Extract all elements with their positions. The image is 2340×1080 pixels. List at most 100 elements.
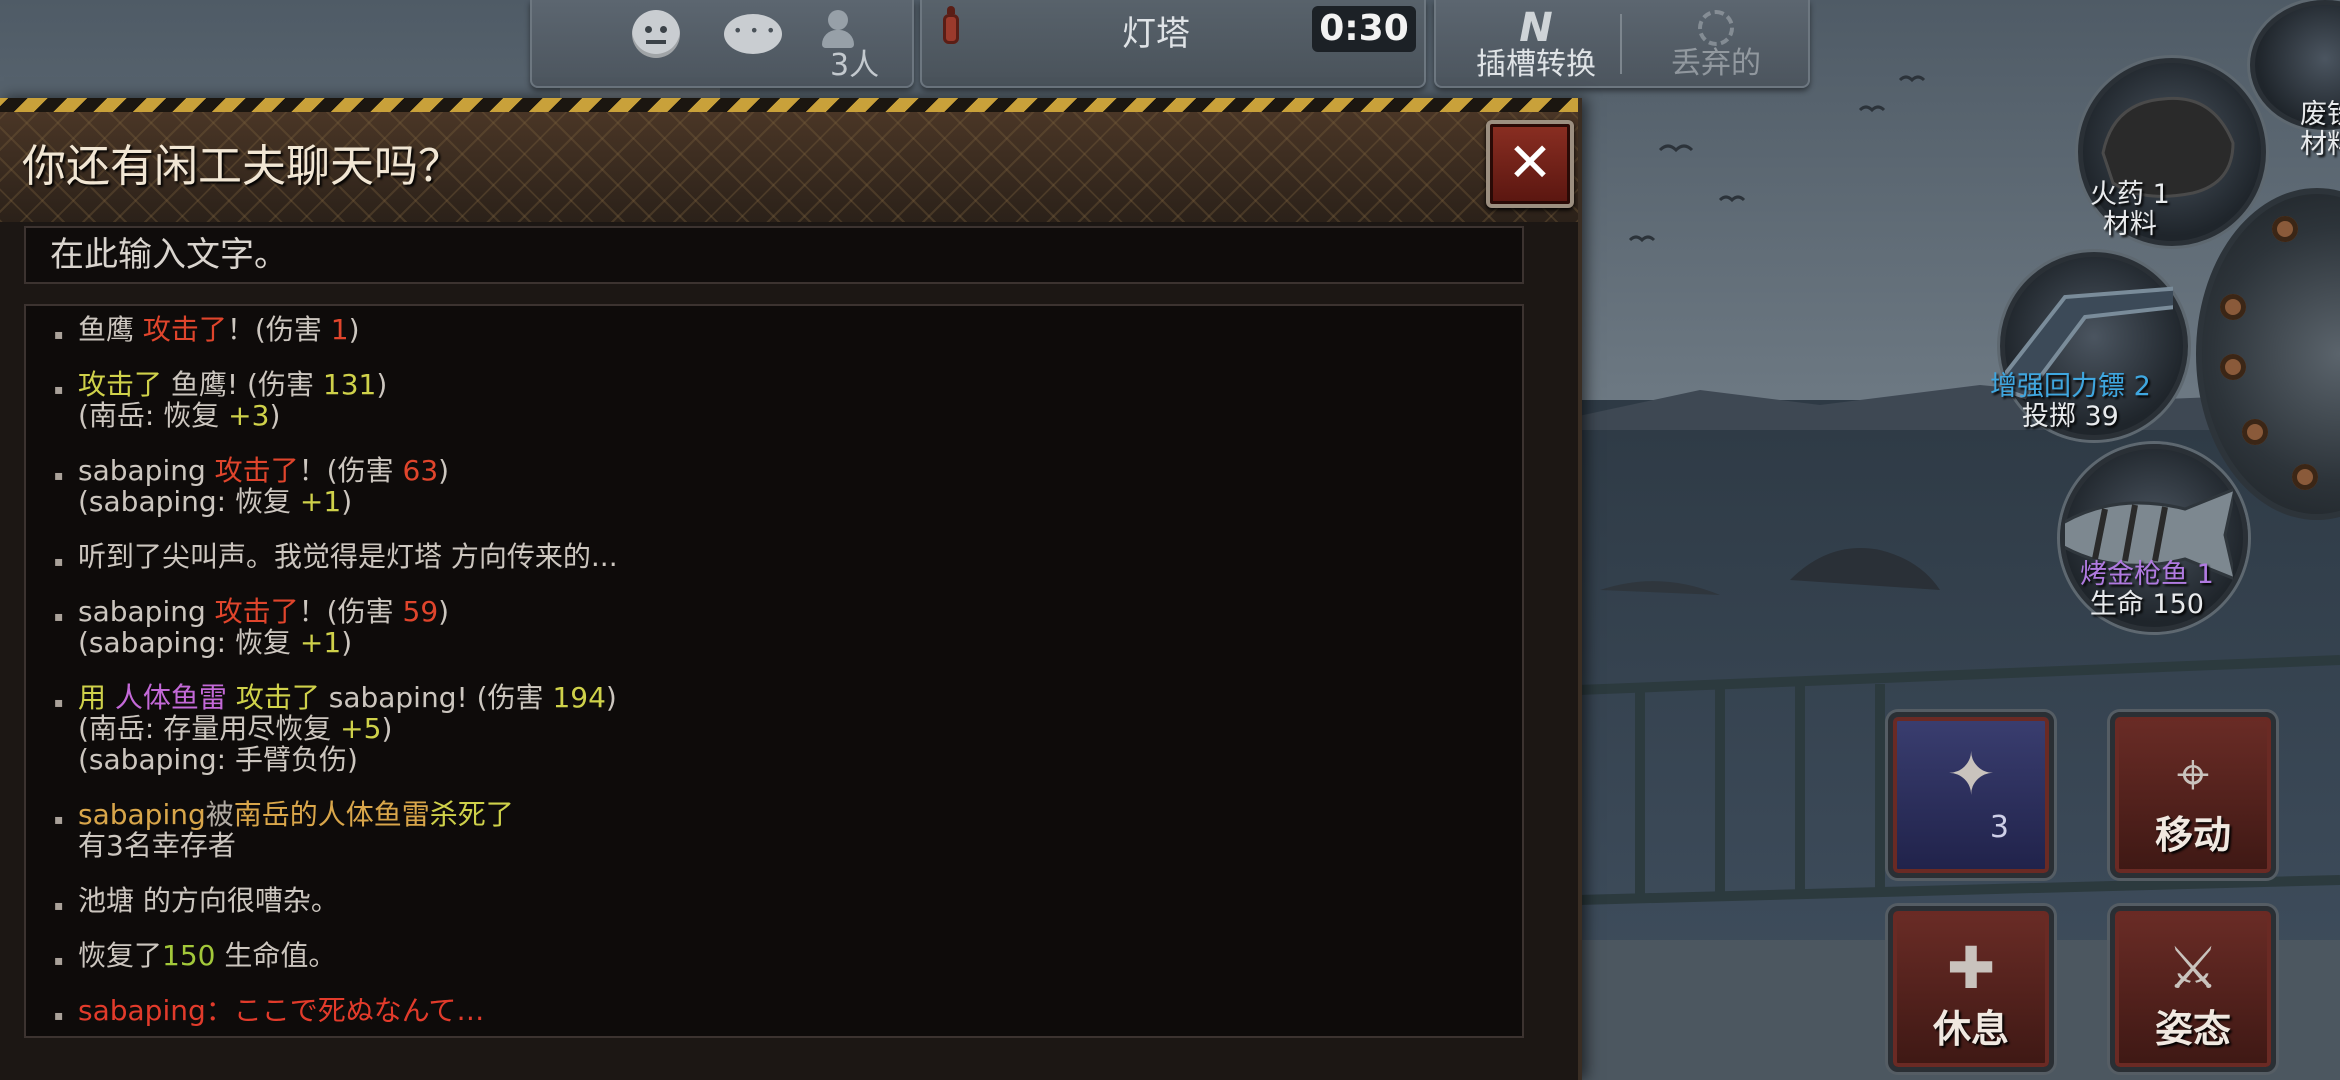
- chat-log-entry: 鱼鹰 攻击了！(伤害 1): [54, 314, 1522, 350]
- move-button[interactable]: ⌖ 移动: [2110, 712, 2276, 878]
- recycle-icon: [1698, 10, 1734, 46]
- chat-input-placeholder: 在此输入文字。: [50, 235, 288, 275]
- chat-log-line: 攻击了 鱼鹰! (伤害 131): [78, 369, 1522, 400]
- chat-log-segment: 攻击了: [142, 313, 227, 346]
- chat-log-line: 用 人体鱼雷 攻击了 sabaping! (伤害 194): [78, 682, 1522, 713]
- chat-log-line: sabaping被南岳的人体鱼雷杀死了: [78, 799, 1522, 830]
- stance-label: 姿态: [2154, 1007, 2231, 1051]
- chat-log-segment: 131: [322, 368, 377, 401]
- chat-log-segment: 1: [330, 313, 349, 346]
- chat-log-segment: ): [438, 595, 450, 628]
- hud-inventory-panel: N 插槽转换 丢弃的: [1434, 0, 1810, 88]
- chat-log-segment: 攻击了: [214, 595, 299, 628]
- chat-log-segment: 用: [78, 681, 115, 714]
- chat-log-entry: sabaping：ここで死ぬなんて…: [54, 995, 1522, 1031]
- tuna-label: 烤金枪鱼 1 生命 150: [2080, 559, 2214, 620]
- chat-log-line: sabaping：ここで死ぬなんて…: [78, 995, 1522, 1026]
- chat-log-segment: 鱼鹰: [78, 313, 143, 346]
- slot-switch-label: 插槽转换: [1476, 47, 1596, 82]
- close-button[interactable]: ✕: [1486, 120, 1574, 208]
- chat-log-entry: 攻击了 鱼鹰! (伤害 131)(南岳: 恢复 +3): [54, 369, 1522, 431]
- chat-log-segment: 150: [162, 939, 216, 972]
- chat-log-segment: ): [381, 712, 393, 745]
- chat-log-segment: 有3名幸存者: [78, 829, 236, 862]
- bolt-icon: [2272, 216, 2298, 242]
- chat-log-line: (sabaping: 恢复 +1): [78, 627, 1522, 658]
- countdown-timer: 0:30: [1312, 6, 1416, 52]
- bolt-icon: [2220, 294, 2246, 320]
- weapon-icon: ✦: [1946, 740, 1996, 808]
- weapon-slot-button[interactable]: ✦ 3: [1888, 712, 2054, 878]
- chat-log-line: (sabaping: 恢复 +1): [78, 486, 1522, 517]
- chat-log-segment: 194: [552, 681, 606, 714]
- chat-log-segment: ): [376, 368, 388, 401]
- chat-bubble-icon[interactable]: [724, 14, 782, 54]
- bolt-icon: [2242, 419, 2268, 445]
- weapon-count: 3: [1989, 810, 2009, 845]
- chat-log-segment: ): [348, 313, 360, 346]
- chat-log-line: 鱼鹰 攻击了！(伤害 1): [78, 314, 1522, 345]
- emote-face-icon[interactable]: [632, 10, 680, 58]
- chat-log-segment: ): [341, 626, 353, 659]
- chat-log-entry: 恢复了150 生命值。: [54, 940, 1522, 976]
- chat-log-line: sabaping 攻击了！(伤害 63): [78, 455, 1522, 486]
- chat-log-segment: 被: [205, 798, 234, 831]
- hud-location-panel: 灯塔 0:30: [920, 0, 1426, 88]
- slot-switch-button[interactable]: N 插槽转换: [1456, 8, 1616, 84]
- chat-log-segment: (南岳: 存量用尽恢复: [78, 712, 341, 745]
- chat-log-segment: +1: [299, 626, 342, 659]
- chat-log-segment: ！(伤害: [298, 454, 403, 487]
- chat-log-segment: +5: [340, 712, 382, 745]
- chat-log-segment: 人体鱼雷: [114, 681, 227, 714]
- chat-log-segment: 生命值。: [215, 939, 337, 972]
- chat-log-segment: 鱼鹰! (伤害: [162, 368, 323, 401]
- boomerang-label: 增强回力镖 2 投掷 39: [1990, 371, 2151, 432]
- chat-log-line: 恢复了150 生命值。: [78, 940, 1522, 971]
- chat-log-entry: sabaping 攻击了！(伤害 59)(sabaping: 恢复 +1): [54, 596, 1522, 658]
- chat-log-segment: sabaping: [78, 798, 206, 831]
- rest-button[interactable]: ✚ 休息: [1888, 906, 2054, 1072]
- chat-log-segment: ！(伤害: [298, 595, 403, 628]
- chat-log-line: (南岳: 恢复 +3): [78, 400, 1522, 431]
- chat-modal-header: 你还有闲工夫聊天吗？ ✕: [0, 112, 1578, 222]
- stance-button[interactable]: ⚔ 姿态: [2110, 906, 2276, 1072]
- chat-log-segment: ): [341, 485, 353, 518]
- chat-log-segment: sabaping：ここで死ぬなんて…: [78, 994, 485, 1027]
- lantern-icon: [938, 6, 964, 50]
- chat-log-segment: (南岳: 恢复: [78, 399, 229, 432]
- chat-log-segment: 攻击了: [226, 681, 320, 714]
- location-name: 灯塔: [1122, 14, 1190, 54]
- chat-log-segment: (sabaping: 恢复: [78, 626, 300, 659]
- bolt-icon: [2220, 354, 2246, 380]
- chat-log-segment: 池塘 的方向很嘈杂。: [78, 884, 339, 917]
- move-label: 移动: [2154, 813, 2231, 857]
- chat-log[interactable]: 鱼鹰 攻击了！(伤害 1)攻击了 鱼鹰! (伤害 131)(南岳: 恢复 +3)…: [24, 304, 1524, 1038]
- chat-log-line: (南岳: 存量用尽恢复 +5): [78, 713, 1522, 744]
- slot-switch-icon: N: [1519, 5, 1553, 51]
- chat-log-segment: 攻击了: [214, 454, 299, 487]
- chat-log-entry: sabaping被南岳的人体鱼雷杀死了有3名幸存者: [54, 799, 1522, 861]
- chat-log-segment: sabaping: [78, 454, 215, 487]
- chat-log-entry: 用 人体鱼雷 攻击了 sabaping! (伤害 194)(南岳: 存量用尽恢复…: [54, 682, 1522, 775]
- chat-log-segment: +3: [228, 399, 270, 432]
- chat-input[interactable]: 在此输入文字。: [24, 226, 1524, 284]
- chat-log-segment: (sabaping: 恢复: [78, 485, 300, 518]
- discard-button[interactable]: 丢弃的: [1636, 8, 1796, 84]
- rest-label: 休息: [1932, 1007, 2009, 1051]
- chat-modal-title: 你还有闲工夫聊天吗？: [22, 141, 462, 192]
- chat-log-segment: 攻击了: [78, 368, 163, 401]
- chat-log-segment: 59: [402, 595, 439, 628]
- hud-social-panel: 3人: [530, 0, 914, 88]
- chat-log-line: (sabaping: 手臂负伤): [78, 744, 1522, 775]
- chat-log-segment: 的人体鱼雷: [289, 798, 430, 831]
- divider: [1620, 14, 1622, 74]
- chat-log-segment: 恢复了: [78, 939, 163, 972]
- chat-log-entry: 听到了尖叫声。我觉得是灯塔 方向传来的...: [54, 541, 1522, 577]
- player-count: 3人: [830, 48, 880, 83]
- chat-modal-body: 在此输入文字。 鱼鹰 攻击了！(伤害 1)攻击了 鱼鹰! (伤害 131)(南岳…: [0, 222, 1578, 1080]
- chat-log-line: 池塘 的方向很嘈杂。: [78, 885, 1522, 916]
- chat-log-segment: ): [269, 399, 281, 432]
- chat-log-segment: 南岳: [233, 798, 290, 831]
- chat-log-segment: (sabaping: 手臂负伤): [78, 743, 358, 776]
- chat-log-line: 听到了尖叫声。我觉得是灯塔 方向传来的...: [78, 541, 1522, 572]
